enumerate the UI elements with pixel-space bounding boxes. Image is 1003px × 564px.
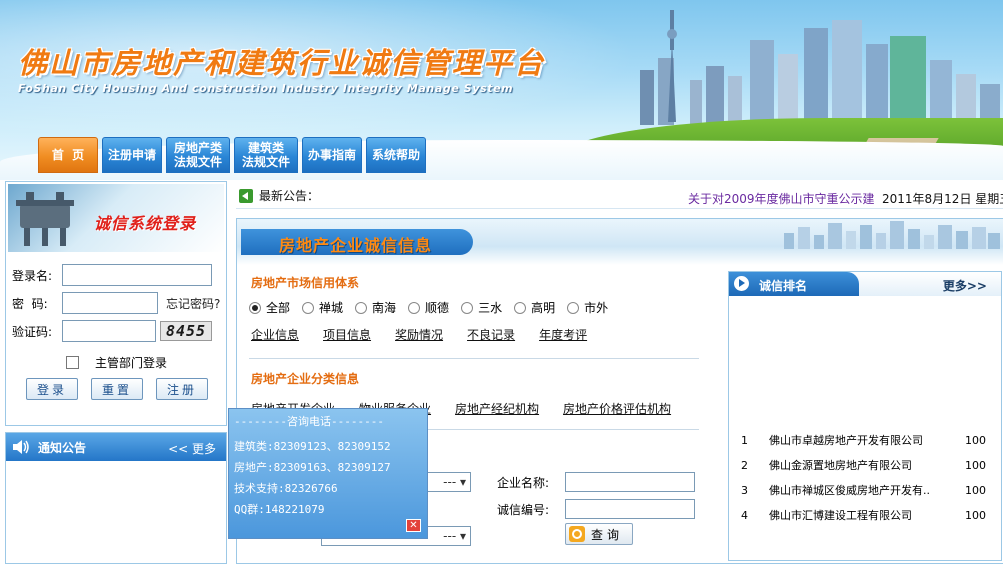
link-appraisal[interactable]: 房地产价格评估机构	[563, 400, 671, 417]
password-input[interactable]	[62, 292, 158, 314]
dept-login-row: 主管部门登录	[66, 354, 167, 371]
play-icon	[734, 276, 749, 291]
site-subtitle: FoShan City Housing And construction Ind…	[18, 82, 514, 95]
ranking-row[interactable]: 2 佛山金源置地房地产有限公司 100	[729, 455, 1003, 475]
credit-no-row: 诚信编号:	[497, 499, 695, 519]
header-banner: 佛山市房地产和建筑行业诚信管理平台 FoShan City Housing An…	[0, 0, 1003, 180]
speaker-icon	[13, 440, 29, 454]
link-awards[interactable]: 奖励情况	[395, 326, 443, 343]
region-radio-shunde[interactable]: 顺德	[408, 299, 449, 316]
nav-construction-regulations[interactable]: 建筑类 法规文件	[234, 137, 298, 173]
captcha-image[interactable]: 8455	[160, 321, 212, 341]
link-annual-review[interactable]: 年度考评	[539, 326, 587, 343]
link-brokerage[interactable]: 房地产经纪机构	[455, 400, 539, 417]
announcement-ticker[interactable]: 关于对2009年度佛山市守重公示建	[688, 190, 875, 207]
link-company-info[interactable]: 企业信息	[251, 326, 299, 343]
announcement-bar: 最新公告： 关于对2009年度佛山市守重公示建 2011年8月12日 星期五	[236, 183, 1003, 209]
search-icon	[569, 526, 585, 542]
city-skyline-image	[640, 10, 1000, 125]
skyline-decoration-icon	[784, 221, 1000, 249]
username-input[interactable]	[62, 264, 212, 286]
query-button[interactable]: 查询	[565, 523, 633, 545]
announcement-icon	[239, 188, 253, 203]
forgot-password-link[interactable]: 忘记密码?	[166, 295, 220, 312]
market-section-title: 房地产市场信用体系	[251, 276, 360, 290]
announcement-label: 最新公告：	[259, 189, 320, 203]
nav-realestate-regulations[interactable]: 房地产类 法规文件	[166, 137, 230, 173]
login-banner: 诚信系统登录	[8, 184, 224, 252]
ranking-title: 诚信排名	[759, 279, 808, 293]
region-radio-outside[interactable]: 市外	[567, 299, 608, 316]
link-bad-records[interactable]: 不良记录	[467, 326, 515, 343]
market-links: 企业信息 项目信息 奖励情况 不良记录 年度考评	[251, 326, 611, 343]
popup-line: 建筑类:82309123、82309152	[234, 440, 391, 453]
current-date: 2011年8月12日 星期五	[882, 192, 1003, 206]
main-nav: 首 页 注册申请 房地产类 法规文件 建筑类 法规文件 办事指南 系统帮助	[38, 137, 426, 173]
link-project-info[interactable]: 项目信息	[323, 326, 371, 343]
username-row: 登录名:	[12, 264, 212, 286]
category-section-title: 房地产企业分类信息	[251, 372, 360, 386]
notice-header: 通知公告 << 更多	[6, 433, 226, 461]
bronze-ding-icon	[16, 192, 74, 246]
ranking-header: 诚信排名 更多>>	[729, 272, 1001, 296]
site-title: 佛山市房地产和建筑行业诚信管理平台	[18, 46, 546, 80]
popup-heading: --------咨询电话--------	[234, 415, 384, 428]
popup-line: 技术支持:82326766	[234, 482, 338, 495]
captcha-input[interactable]	[62, 320, 156, 342]
popup-line: QQ群:148221079	[234, 503, 325, 516]
login-panel: 诚信系统登录 登录名: 密 码: 忘记密码? 验证码: 8455 主管部门登录	[5, 181, 227, 426]
nav-guide[interactable]: 办事指南	[302, 137, 362, 173]
login-button[interactable]: 登录	[26, 378, 78, 400]
ranking-more-link[interactable]: 更多>>	[943, 277, 987, 294]
login-buttons: 登录 重置 注册	[26, 378, 208, 400]
dept-login-checkbox[interactable]	[66, 356, 79, 369]
main-header: 房地产企业诚信信息	[237, 219, 1003, 265]
region-radio-all[interactable]: 全部	[249, 299, 290, 316]
page: 佛山市房地产和建筑行业诚信管理平台 FoShan City Housing An…	[0, 0, 1003, 564]
captcha-row: 验证码: 8455	[12, 320, 212, 342]
main-title: 房地产企业诚信信息	[279, 236, 433, 255]
company-name-input[interactable]	[565, 472, 695, 492]
register-button[interactable]: 注册	[156, 378, 208, 400]
nav-register[interactable]: 注册申请	[102, 137, 162, 173]
region-radio-nanhai[interactable]: 南海	[355, 299, 396, 316]
ranking-row[interactable]: 1 佛山市卓越房地产开发有限公司 100	[729, 430, 1003, 450]
ranking-row[interactable]: 3 佛山市禅城区俊威房地产开发有.. 100	[729, 480, 1003, 500]
region-radio-sanshui[interactable]: 三水	[461, 299, 502, 316]
notice-more-link[interactable]: << 更多	[168, 440, 216, 457]
region-radio-chancheng[interactable]: 禅城	[302, 299, 343, 316]
credit-no-input[interactable]	[565, 499, 695, 519]
login-title: 诚信系统登录	[94, 214, 197, 233]
password-row: 密 码: 忘记密码?	[12, 292, 220, 314]
reset-button[interactable]: 重置	[91, 378, 143, 400]
nav-help[interactable]: 系统帮助	[366, 137, 426, 173]
consult-popup: --------咨询电话-------- 建筑类:82309123、823091…	[228, 408, 428, 539]
popup-line: 房地产:82309163、82309127	[234, 461, 391, 474]
close-icon[interactable]: ✕	[406, 519, 421, 532]
company-name-row: 企业名称:	[497, 472, 695, 492]
region-radio-group: 全部 禅城 南海 顺德 三水 高明 市外	[249, 299, 608, 316]
nav-home[interactable]: 首 页	[38, 137, 98, 173]
ranking-panel: 诚信排名 更多>> 1 佛山市卓越房地产开发有限公司 100 2 佛山金源置地房…	[728, 271, 1002, 561]
notice-panel: 通知公告 << 更多	[5, 432, 227, 564]
region-radio-gaoming[interactable]: 高明	[514, 299, 555, 316]
ranking-row[interactable]: 4 佛山市汇博建设工程有限公司 100	[729, 505, 1003, 525]
notice-title: 通知公告	[38, 440, 87, 455]
left-column: 诚信系统登录 登录名: 密 码: 忘记密码? 验证码: 8455 主管部门登录	[5, 181, 227, 564]
